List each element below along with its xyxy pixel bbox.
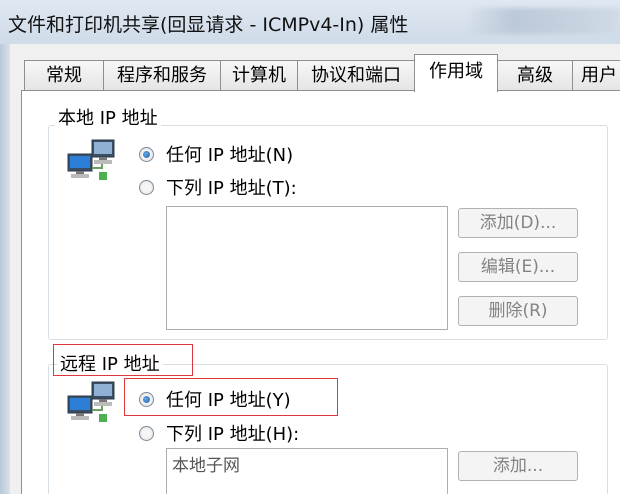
network-computers-icon [67, 381, 115, 422]
tab-users[interactable]: 用户 [572, 60, 620, 91]
local-list-ip-radio-dot[interactable] [139, 179, 154, 195]
remote-ip-title-highlight [53, 344, 193, 376]
tab-scope-label: 作用域 [429, 61, 483, 82]
local-any-ip-label: 任何 IP 地址(N) [166, 145, 294, 166]
remote-add-button[interactable]: 添加... [458, 451, 578, 481]
remote-list-ip-label: 下列 IP 地址(H): [166, 424, 300, 445]
remote-list-ip-radio-dot[interactable] [139, 425, 154, 441]
title-bar[interactable]: 文件和打印机共享(回显请求 - ICMPv4-In) 属性 [0, 0, 620, 44]
tab-protocols-ports[interactable]: 协议和端口 [297, 60, 415, 91]
tab-general-label: 常规 [46, 65, 82, 86]
remote-add-button-label: 添加... [492, 456, 544, 476]
local-edit-button-label: 编辑(E)... [480, 257, 556, 277]
local-ip-group-title: 本地 IP 地址 [55, 104, 161, 130]
window-frame-left [0, 44, 10, 494]
tab-computers-label: 计算机 [232, 65, 286, 86]
tab-protocols-ports-label: 协议和端口 [311, 65, 401, 86]
local-list-ip-label: 下列 IP 地址(T): [166, 178, 297, 199]
title-bar-blurred-region [466, 8, 620, 34]
remote-list-ip-radio[interactable]: 下列 IP 地址(H): [139, 420, 299, 446]
local-ip-group-label: 本地 IP 地址 [58, 108, 158, 129]
window-title: 文件和打印机共享(回显请求 - ICMPv4-In) 属性 [8, 14, 409, 36]
remote-ip-listbox[interactable]: 本地子网 [166, 448, 448, 494]
tab-advanced[interactable]: 高级 [497, 60, 573, 91]
local-add-button[interactable]: 添加(D)... [458, 208, 578, 238]
local-edit-button[interactable]: 编辑(E)... [458, 252, 578, 282]
tab-users-label: 用户 [581, 65, 617, 86]
local-delete-button[interactable]: 删除(R) [458, 296, 578, 326]
local-delete-button-label: 删除(R) [488, 301, 548, 321]
local-list-ip-radio[interactable]: 下列 IP 地址(T): [139, 174, 297, 200]
network-computers-icon [67, 139, 115, 180]
tab-general[interactable]: 常规 [24, 60, 104, 91]
tab-advanced-label: 高级 [517, 65, 553, 86]
remote-any-ip-highlight [124, 378, 338, 416]
tab-programs-services-label: 程序和服务 [117, 65, 207, 86]
list-item[interactable]: 本地子网 [172, 451, 442, 476]
tab-scope[interactable]: 作用域 [414, 54, 498, 92]
local-any-ip-radio-dot[interactable] [139, 146, 154, 162]
local-add-button-label: 添加(D)... [479, 213, 557, 233]
local-any-ip-radio[interactable]: 任何 IP 地址(N) [139, 141, 293, 167]
tab-computers[interactable]: 计算机 [220, 60, 298, 91]
local-ip-listbox[interactable] [166, 206, 448, 330]
tab-programs-services[interactable]: 程序和服务 [103, 60, 221, 91]
